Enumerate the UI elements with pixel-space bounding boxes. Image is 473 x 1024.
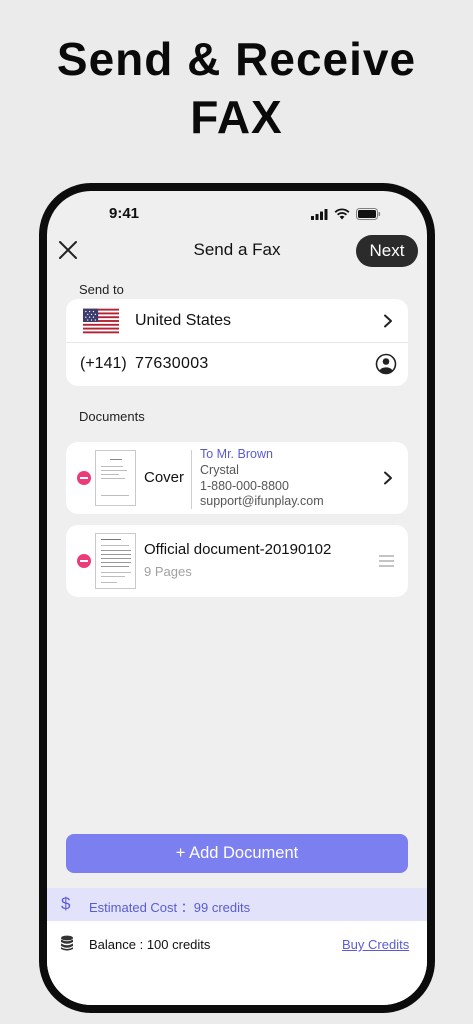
status-icons bbox=[311, 207, 381, 221]
cover-recipient: To Mr. Brown bbox=[200, 447, 273, 461]
headline-line-1: Send & Receive bbox=[56, 33, 417, 85]
chevron-right-icon[interactable] bbox=[383, 471, 393, 485]
coins-icon bbox=[61, 935, 73, 951]
contact-picker-icon[interactable] bbox=[375, 353, 397, 375]
fax-number-input[interactable]: 77630003 bbox=[135, 355, 209, 373]
cover-card[interactable]: Cover To Mr. Brown Crystal 1-880-000-880… bbox=[66, 442, 408, 514]
country-code: (+141) bbox=[80, 355, 127, 372]
cover-sender-name: Crystal bbox=[200, 463, 239, 477]
buy-credits-link[interactable]: Buy Credits bbox=[342, 937, 409, 952]
divider bbox=[66, 342, 408, 343]
cover-phone: 1-880-000-8800 bbox=[200, 479, 289, 493]
country-name: United States bbox=[135, 312, 232, 329]
us-flag-icon bbox=[83, 308, 119, 334]
drag-handle-icon[interactable] bbox=[379, 555, 394, 567]
remove-document-icon[interactable] bbox=[77, 554, 91, 568]
status-time: 9:41 bbox=[109, 205, 140, 222]
chevron-right-icon bbox=[384, 314, 392, 328]
next-button[interactable]: Next bbox=[356, 235, 418, 267]
document-page-count: 9 Pages bbox=[144, 564, 192, 579]
remove-cover-icon[interactable] bbox=[77, 471, 91, 485]
cover-email: support@ifunplay.com bbox=[200, 494, 324, 508]
headline: Send & Receive FAX bbox=[0, 30, 473, 146]
dollar-icon: $ bbox=[61, 894, 71, 913]
country-selector[interactable]: United States bbox=[66, 299, 408, 342]
document-card[interactable]: Official document-20190102 9 Pages bbox=[66, 525, 408, 597]
add-document-button[interactable]: + Add Document bbox=[66, 834, 408, 873]
document-title: Official document-20190102 bbox=[144, 541, 332, 558]
cover-thumbnail bbox=[95, 450, 136, 506]
recipient-card: United States (+141) 77630003 bbox=[66, 299, 408, 386]
documents-label: Documents bbox=[79, 409, 145, 424]
battery-icon bbox=[356, 208, 381, 220]
estimated-cost-bar: $ Estimated Cost ：99 credits bbox=[47, 888, 427, 921]
headline-line-2: FAX bbox=[190, 91, 283, 143]
phone-screen: 9:41 Send a Fax Next Send to United Stat… bbox=[47, 191, 427, 1005]
send-to-label: Send to bbox=[79, 282, 124, 297]
cellular-signal-icon bbox=[311, 208, 328, 220]
document-thumbnail bbox=[95, 533, 136, 589]
balance-label: Balance : 100 credits bbox=[89, 937, 211, 952]
cover-divider bbox=[191, 450, 192, 509]
estimated-cost-label: Estimated Cost ：99 credits bbox=[89, 900, 251, 915]
cover-label: Cover bbox=[144, 469, 185, 486]
wifi-icon bbox=[334, 208, 350, 220]
balance-bar: Balance : 100 credits Buy Credits bbox=[47, 921, 427, 1005]
